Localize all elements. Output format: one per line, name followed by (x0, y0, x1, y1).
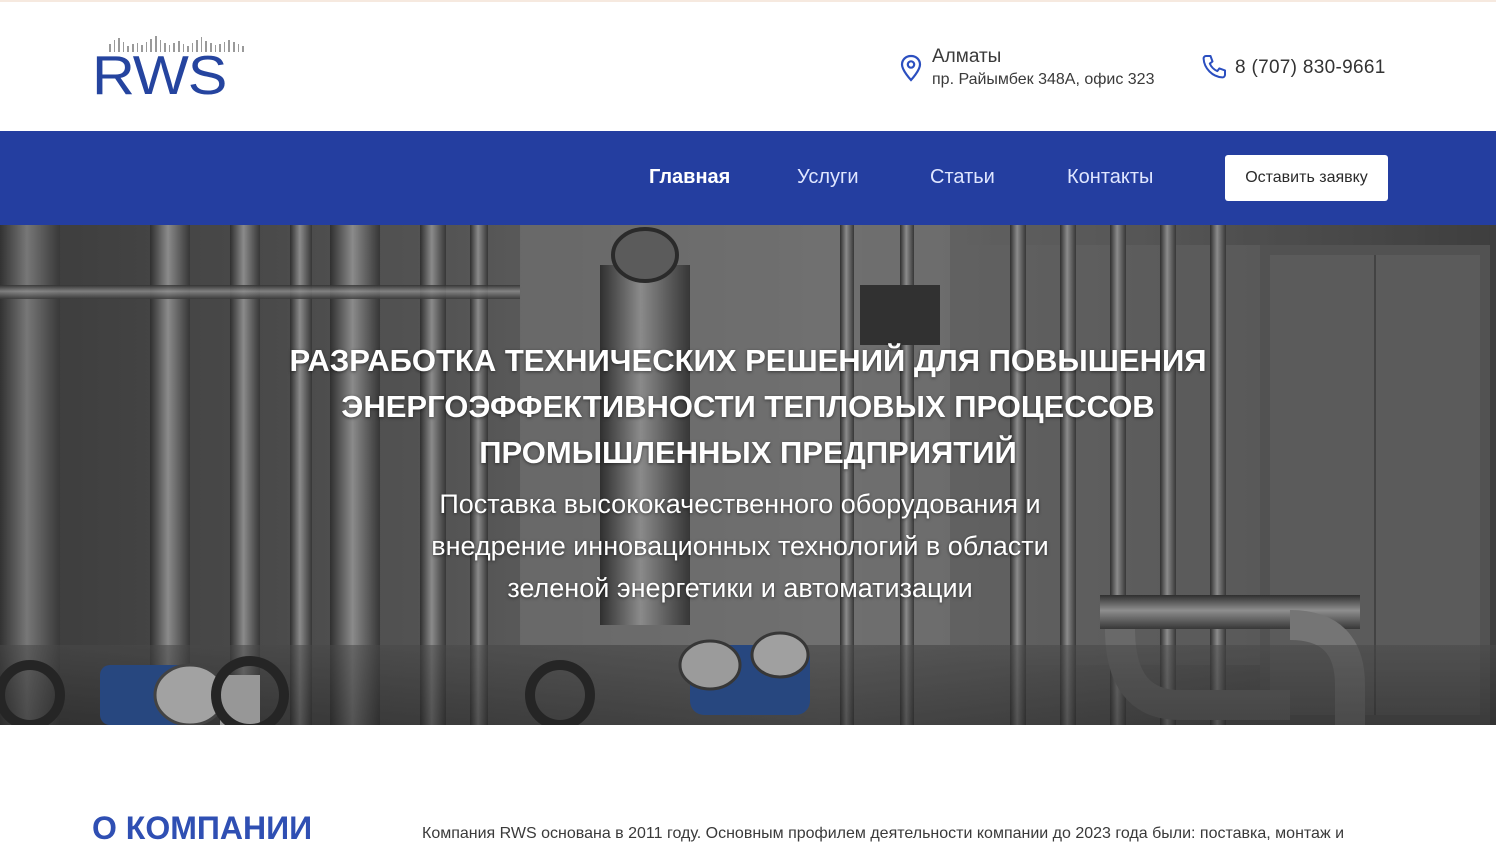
nav-item-services[interactable]: Услуги (797, 166, 859, 189)
hero-title: РАЗРАБОТКА ТЕХНИЧЕСКИХ РЕШЕНИЙ ДЛЯ ПОВЫШ… (289, 343, 1207, 470)
hero-subtitle: Поставка высококачественного оборудовани… (431, 489, 1049, 603)
phone-block[interactable]: 8 (707) 830-9661 (1200, 52, 1400, 84)
nav-item-articles[interactable]: Статьи (930, 166, 995, 189)
about-heading: О КОМПАНИИ (92, 810, 313, 846)
main-nav: Главная Услуги Статьи Контакты Оставить … (0, 131, 1496, 225)
request-button[interactable]: Оставить заявку (1225, 155, 1388, 201)
about-text: Компания RWS основана в 2011 году. Основ… (422, 825, 1345, 842)
nav-item-contacts[interactable]: Контакты (1067, 166, 1153, 189)
nav-item-home[interactable]: Главная (649, 166, 730, 189)
hero-banner: РАЗРАБОТКА ТЕХНИЧЕСКИХ РЕШЕНИЙ ДЛЯ ПОВЫШ… (0, 225, 1496, 725)
rws-logo[interactable]: RWS (92, 34, 262, 104)
map-pin-icon (900, 54, 922, 82)
street-address: пр. Райымбек 348А, офис 323 (932, 71, 1155, 88)
city-label: Алматы (932, 46, 1002, 67)
address-block: Алматы пр. Райымбек 348А, офис 323 (900, 46, 1180, 96)
phone-number[interactable]: 8 (707) 830-9661 (1235, 57, 1386, 79)
logo-text: RWS (92, 44, 227, 106)
site-header: RWS Алматы пр. Райымбек 348А, офис 323 8… (0, 2, 1496, 131)
phone-icon (1202, 55, 1226, 79)
